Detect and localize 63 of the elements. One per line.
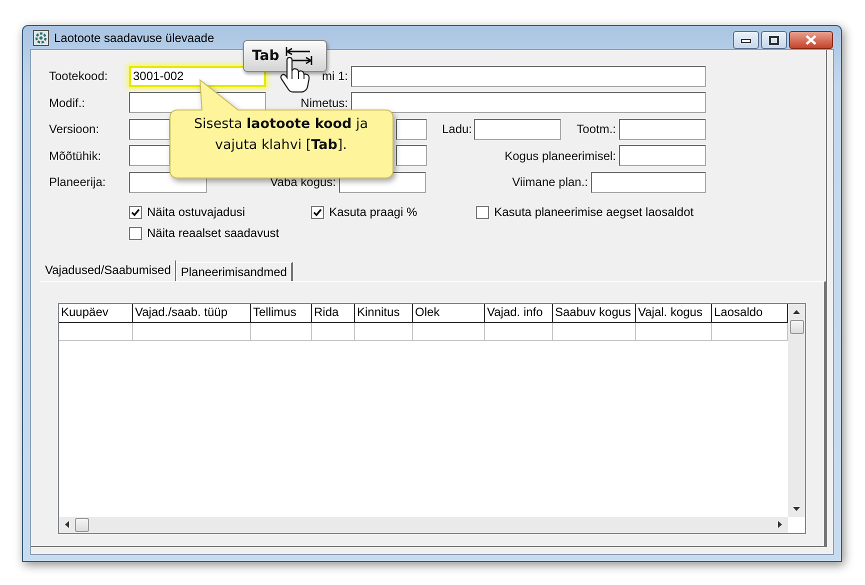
- maximize-button[interactable]: [761, 31, 787, 49]
- text-field[interactable]: [129, 118, 170, 140]
- text-field[interactable]: [396, 145, 427, 166]
- column-header[interactable]: Olek: [413, 304, 485, 322]
- checkbox-label: Näita reaalset saadavust: [147, 226, 280, 240]
- window-title: Laotoote saadavuse ülevaade: [54, 30, 214, 44]
- hand-cursor-icon: [278, 57, 312, 93]
- scroll-thumb[interactable]: [75, 518, 89, 532]
- maximize-icon: [769, 36, 779, 44]
- text-field[interactable]: [351, 92, 706, 114]
- column-header[interactable]: Tellimus: [251, 304, 312, 322]
- checkbox-label: Näita ostuvajadusi: [147, 205, 246, 219]
- checkbox-label: Kasuta planeerimise aegset laosaldot: [494, 205, 694, 219]
- checkbox[interactable]: [476, 206, 490, 218]
- table-cell: [251, 322, 312, 340]
- field-label: Tootekood:: [48, 69, 109, 84]
- text-field[interactable]: 3001-002: [129, 66, 266, 87]
- field-label: Ladu:: [440, 122, 473, 136]
- horizontal-scrollbar[interactable]: [59, 516, 788, 532]
- checkbox[interactable]: [129, 226, 142, 240]
- callout-text: Sisesta laotoote kood ja vajuta klahvi [Tab].: [192, 115, 370, 155]
- column-header[interactable]: Rida: [312, 304, 355, 322]
- column-header[interactable]: Laosaldo: [712, 304, 788, 322]
- field-label: Planeerija:: [48, 175, 107, 190]
- column-header[interactable]: Kuupäev: [59, 304, 133, 322]
- field-label: Mõõtühik:: [48, 148, 102, 163]
- field-label: Modif.:: [48, 96, 86, 110]
- column-header[interactable]: Kinnitus: [355, 304, 413, 322]
- minimize-icon: [741, 37, 751, 43]
- close-icon: [805, 35, 817, 45]
- field-label: Viimane plan.:: [511, 175, 589, 190]
- text-field[interactable]: [619, 118, 706, 140]
- table-cell: [355, 322, 413, 340]
- checkbox-label: Kasuta praagi %: [329, 205, 418, 219]
- scroll-thumb[interactable]: [790, 320, 804, 334]
- text-field[interactable]: [396, 118, 427, 140]
- checkbox[interactable]: [311, 206, 324, 218]
- table-cell: [312, 322, 355, 340]
- tab-arrows-icon: [285, 46, 314, 66]
- minimize-button[interactable]: [733, 31, 759, 49]
- field-label: Kogus planeerimisel:: [504, 148, 617, 163]
- text-field[interactable]: [619, 145, 706, 166]
- field-label: Tootm.:: [576, 122, 617, 136]
- text-field[interactable]: [591, 172, 706, 193]
- field-label: Vaba kogus:: [269, 175, 337, 190]
- column-header[interactable]: Saabuv kogus: [553, 304, 636, 322]
- key-label: Tab: [252, 48, 280, 64]
- field-label: mi 1:: [320, 69, 349, 84]
- field-label: Versioon:: [48, 122, 100, 136]
- checkbox[interactable]: [129, 206, 142, 218]
- column-header[interactable]: Vajad./saab. tüüp: [133, 304, 251, 322]
- table-cell: [485, 322, 553, 340]
- text-field[interactable]: [351, 66, 706, 87]
- table-cell: [413, 322, 485, 340]
- vertical-scrollbar[interactable]: [788, 304, 805, 516]
- text-field[interactable]: [129, 145, 170, 166]
- text-field[interactable]: [474, 118, 561, 140]
- tab[interactable]: Planeerimisandmed: [176, 262, 293, 280]
- column-header[interactable]: Vajal. kogus: [636, 304, 712, 322]
- column-header[interactable]: Vajad. info: [485, 304, 553, 322]
- close-button[interactable]: [789, 31, 833, 49]
- field-label: Nimetus:: [300, 96, 349, 110]
- app-icon: [33, 30, 49, 46]
